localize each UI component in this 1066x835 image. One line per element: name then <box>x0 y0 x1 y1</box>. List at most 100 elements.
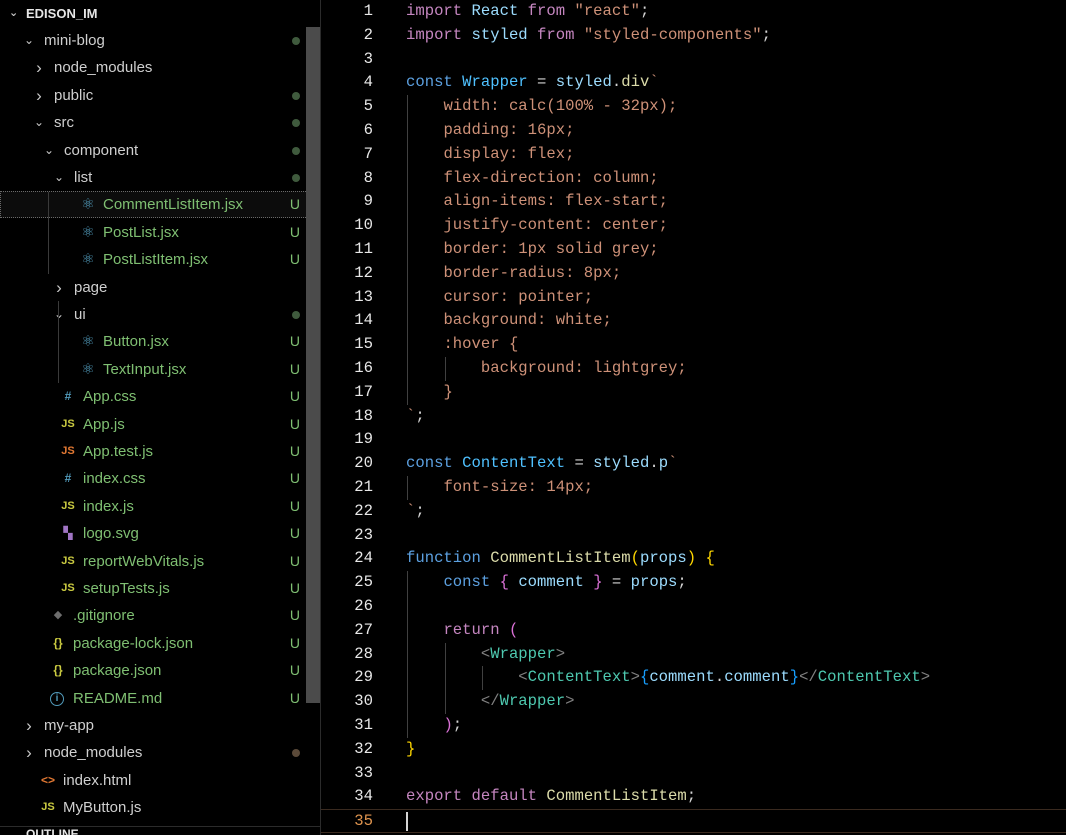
file-item[interactable]: ▚ logo.svg U <box>0 520 320 547</box>
code-token: = <box>527 73 556 92</box>
code-line[interactable]: 32} <box>321 738 1066 762</box>
code-line[interactable]: 18 `; <box>321 405 1066 429</box>
file-item[interactable]: <> index.html <box>0 767 320 794</box>
file-item[interactable]: ⚛ TextInput.jsx U <box>0 356 320 383</box>
line-content: :hover { <box>406 333 518 357</box>
tree-item-label: component <box>64 141 139 159</box>
code-line[interactable]: 28 <Wrapper> <box>321 643 1066 667</box>
code-line[interactable]: 3 <box>321 48 1066 72</box>
code-token: ContentText <box>462 454 566 473</box>
file-item[interactable]: JS setupTests.js U <box>0 575 320 602</box>
line-content: return ( <box>406 619 518 643</box>
chevron-down-icon: ⌄ <box>53 170 65 184</box>
folder-item[interactable]: ⌄ mini-blog <box>0 27 320 54</box>
code-line[interactable]: 35 <box>321 809 1066 833</box>
folder-item[interactable]: › page <box>0 274 320 301</box>
explorer-sidebar: ⌄ EDISON_IM ⌄ mini-blog › node_modules › publ… <box>0 0 321 835</box>
code-line[interactable]: 33 <box>321 762 1066 786</box>
code-line[interactable]: 31 ); <box>321 714 1066 738</box>
tree-item-label: MyButton.js <box>63 799 142 817</box>
file-item[interactable]: {} package.json U <box>0 657 320 684</box>
file-item[interactable]: i README.md U <box>0 685 320 712</box>
code-line[interactable]: 8 flex-direction: column; <box>321 167 1066 191</box>
file-item[interactable]: JS App.js U <box>0 411 320 438</box>
file-item[interactable]: ◆ .gitignore U <box>0 602 320 629</box>
code-line[interactable]: 2 import styled from "styled-components"; <box>321 24 1066 48</box>
code-token: comment <box>649 668 715 687</box>
folder-item[interactable]: › my-app <box>0 712 320 739</box>
tree-item-label: PostList.jsx <box>103 223 179 241</box>
code-line[interactable]: 1 import React from "react"; <box>321 0 1066 24</box>
code-editor[interactable]: 1 import React from "react"; 2 import style… <box>321 0 1066 835</box>
code-token: ; <box>639 2 650 20</box>
chevron-right-icon: › <box>26 743 32 763</box>
line-number: 30 <box>354 692 373 711</box>
code-token: import <box>406 2 463 20</box>
folder-item[interactable]: › node_modules <box>0 739 320 766</box>
code-token: justify-content: center; <box>443 216 669 235</box>
line-number: 13 <box>354 287 373 306</box>
code-line[interactable]: 19 <box>321 428 1066 452</box>
code-line[interactable]: 13 cursor: pointer; <box>321 286 1066 310</box>
folder-item[interactable]: ⌄ list <box>0 164 320 191</box>
file-item[interactable]: JS index.js U <box>0 493 320 520</box>
code-line[interactable]: 23 <box>321 524 1066 548</box>
file-item[interactable]: ⚛ Button.jsx U <box>0 328 320 355</box>
code-line[interactable]: 25 const { comment } = props; <box>321 571 1066 595</box>
file-item[interactable]: JS App.test.js U <box>0 438 320 465</box>
code-line[interactable]: 24 function CommentListItem(props) { <box>321 547 1066 571</box>
code-line[interactable]: 6 padding: 16px; <box>321 119 1066 143</box>
file-item[interactable]: JS reportWebVitals.js U <box>0 548 320 575</box>
code-line[interactable]: 11 border: 1px solid grey; <box>321 238 1066 262</box>
line-number: 28 <box>354 644 373 663</box>
folder-item[interactable]: ⌄ ui <box>0 301 320 328</box>
code-line[interactable]: 7 display: flex; <box>321 143 1066 167</box>
react-icon: ⚛ <box>81 333 95 351</box>
code-token: comment <box>518 573 584 592</box>
indent-guide <box>58 301 59 384</box>
code-line[interactable]: 15 :hover { <box>321 333 1066 357</box>
folder-item[interactable]: ⌄ src <box>0 109 320 136</box>
react-icon: ⚛ <box>81 251 95 269</box>
code-line[interactable]: 30 </Wrapper> <box>321 690 1066 714</box>
code-line[interactable]: 22 `; <box>321 500 1066 524</box>
chevron-down-icon: ⌄ <box>9 7 19 19</box>
code-line[interactable]: 5 width: calc(100% - 32px); <box>321 95 1066 119</box>
sidebar-scrollbar[interactable] <box>306 27 320 703</box>
tree-item-label: README.md <box>73 689 163 707</box>
folder-item[interactable]: ⌄ component <box>0 137 320 164</box>
line-number: 26 <box>354 597 373 615</box>
code-token: ) <box>443 716 453 734</box>
file-item[interactable]: # index.css U <box>0 465 320 492</box>
code-token: . <box>611 73 622 92</box>
file-item[interactable]: # App.css U <box>0 383 320 410</box>
file-item[interactable]: {} package-lock.json U <box>0 630 320 657</box>
outline-section-header[interactable]: OUTLINE <box>0 826 320 835</box>
code-line[interactable]: 14 background: white; <box>321 309 1066 333</box>
code-line[interactable]: 4 const Wrapper = styled.div` <box>321 71 1066 95</box>
code-token: > <box>555 644 566 663</box>
line-content: font-size: 14px; <box>406 476 593 500</box>
file-item[interactable]: JS MyButton.js <box>0 794 320 821</box>
code-line[interactable]: 9 align-items: flex-start; <box>321 190 1066 214</box>
code-line[interactable]: 27 return ( <box>321 619 1066 643</box>
code-line[interactable]: 16 background: lightgrey; <box>321 357 1066 381</box>
code-line[interactable]: 20 const ContentText = styled.p` <box>321 452 1066 476</box>
code-line[interactable]: 29 <ContentText>{comment.comment}</Conte… <box>321 666 1066 690</box>
code-token: border-radius: 8px; <box>443 263 622 282</box>
code-line[interactable]: 26 <box>321 595 1066 619</box>
git-status-badge: U <box>289 689 300 706</box>
code-line[interactable]: 17 } <box>321 381 1066 405</box>
code-line[interactable]: 34 export default CommentListItem; <box>321 785 1066 809</box>
explorer-root-header[interactable]: ⌄ EDISON_IM <box>0 0 320 27</box>
folder-item[interactable]: › public <box>0 82 320 109</box>
chevron-down-icon: ⌄ <box>23 33 35 47</box>
folder-item[interactable]: › node_modules <box>0 54 320 81</box>
code-line[interactable]: 12 border-radius: 8px; <box>321 262 1066 286</box>
code-line[interactable]: 21 font-size: 14px; <box>321 476 1066 500</box>
code-line[interactable]: 10 justify-content: center; <box>321 214 1066 238</box>
